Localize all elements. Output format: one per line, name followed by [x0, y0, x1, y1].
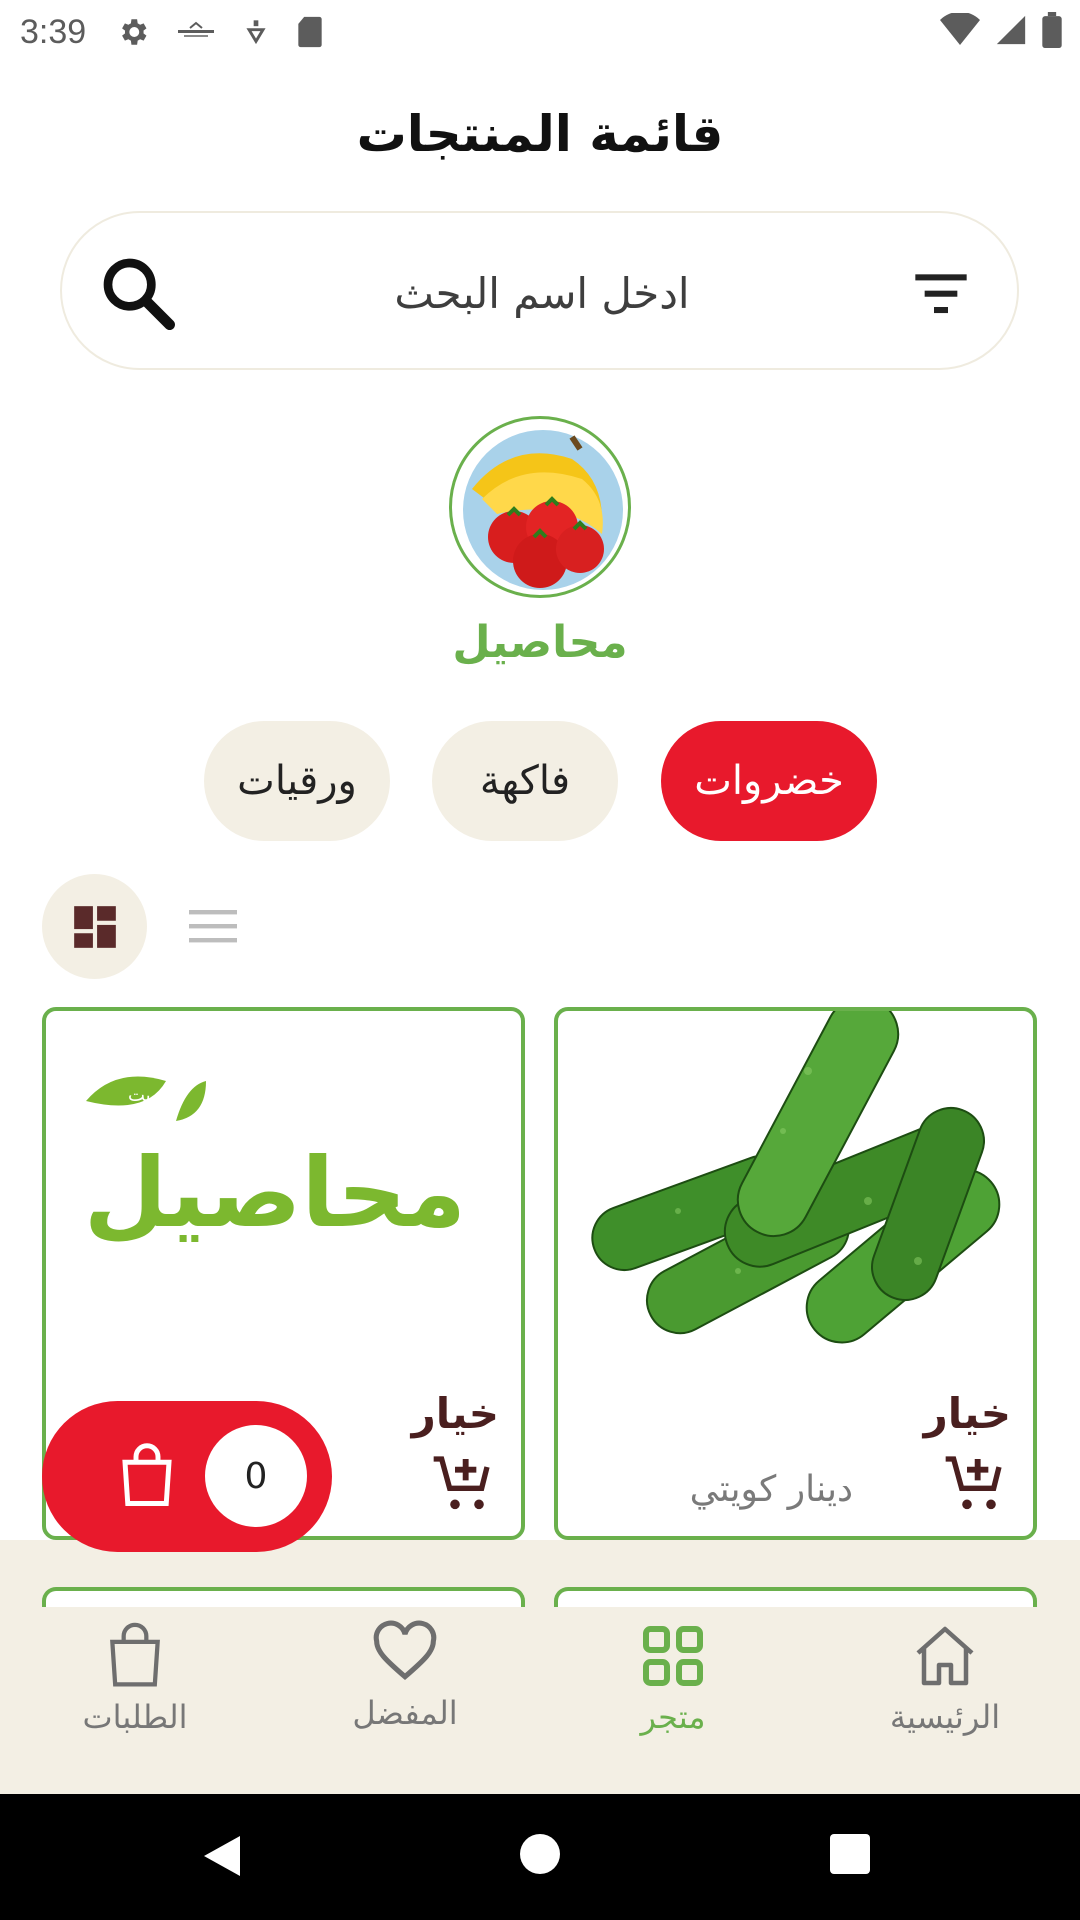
product-price: دينار كويتي: [689, 1469, 853, 1510]
home-icon: [916, 1626, 974, 1686]
list-view-icon[interactable]: [188, 906, 238, 946]
nav-favorites-label: المفضل: [352, 1694, 458, 1732]
shopping-bag-icon: [110, 1622, 160, 1687]
logo-top-text: الكويت: [128, 1085, 180, 1106]
sd-card-icon: [298, 16, 322, 48]
wifi-icon: [940, 13, 980, 45]
shopping-bag-icon: [122, 1443, 172, 1506]
nav-favorites[interactable]: المفضل: [305, 1620, 505, 1732]
cucumber-image: [591, 1011, 1001, 1344]
app-logo-icon: [178, 21, 215, 37]
product-card[interactable]: خيار دينار كويتي: [554, 1007, 1037, 1540]
cart-count: 0: [205, 1425, 307, 1527]
logo-main-text: محاصيل: [84, 1137, 466, 1249]
chip-fruits[interactable]: فاكهة: [432, 721, 618, 841]
add-to-cart-icon[interactable]: [943, 1451, 1007, 1515]
mahaseel-logo-image: الكويت محاصيل: [84, 1076, 466, 1249]
page-title: قائمة المنتجات: [356, 105, 724, 163]
nav-home[interactable]: الرئيسية: [845, 1620, 1045, 1736]
produce-image: [463, 430, 623, 590]
category-name: محاصيل: [452, 617, 628, 668]
battery-icon: [1042, 12, 1062, 48]
search-icon[interactable]: [98, 253, 178, 333]
heart-icon: [373, 1620, 437, 1681]
recents-icon[interactable]: [830, 1834, 870, 1874]
next-product-card[interactable]: [42, 1587, 525, 1607]
search-input[interactable]: [262, 258, 822, 328]
status-bar: 3:39: [0, 0, 1080, 64]
back-icon[interactable]: [200, 1832, 244, 1880]
bottom-navigation: الرئيسية متجر المفضل الطلبات: [0, 1620, 1080, 1794]
nav-store[interactable]: متجر: [573, 1620, 773, 1736]
location-icon: [246, 20, 266, 45]
system-navigation-bar: [0, 1794, 1080, 1920]
status-icons-left: [116, 15, 324, 49]
category-avatar[interactable]: [449, 416, 631, 598]
add-to-cart-icon[interactable]: [431, 1451, 495, 1515]
nav-orders-label: الطلبات: [82, 1698, 188, 1736]
status-icons-right: [940, 12, 1062, 48]
signal-icon: [996, 15, 1026, 45]
dashboard-grid-icon: [73, 905, 116, 948]
home-button-icon[interactable]: [520, 1834, 560, 1874]
product-name: خيار: [411, 1389, 499, 1438]
next-product-card[interactable]: [554, 1587, 1037, 1607]
cart-button[interactable]: 0: [42, 1401, 332, 1552]
chip-vegetables[interactable]: خضروات: [661, 721, 877, 841]
filter-icon[interactable]: [913, 268, 969, 318]
grid-view-button[interactable]: [42, 874, 147, 979]
settings-icon: [122, 19, 147, 45]
status-time: 3:39: [20, 12, 87, 51]
nav-home-label: الرئيسية: [889, 1698, 1001, 1736]
chip-leaves[interactable]: ورقيات: [204, 721, 390, 841]
nav-orders[interactable]: الطلبات: [35, 1620, 235, 1736]
store-grid-icon: [643, 1626, 703, 1686]
search-bar: [60, 211, 1019, 370]
product-name: خيار: [923, 1389, 1011, 1438]
nav-store-label: متجر: [640, 1698, 706, 1736]
